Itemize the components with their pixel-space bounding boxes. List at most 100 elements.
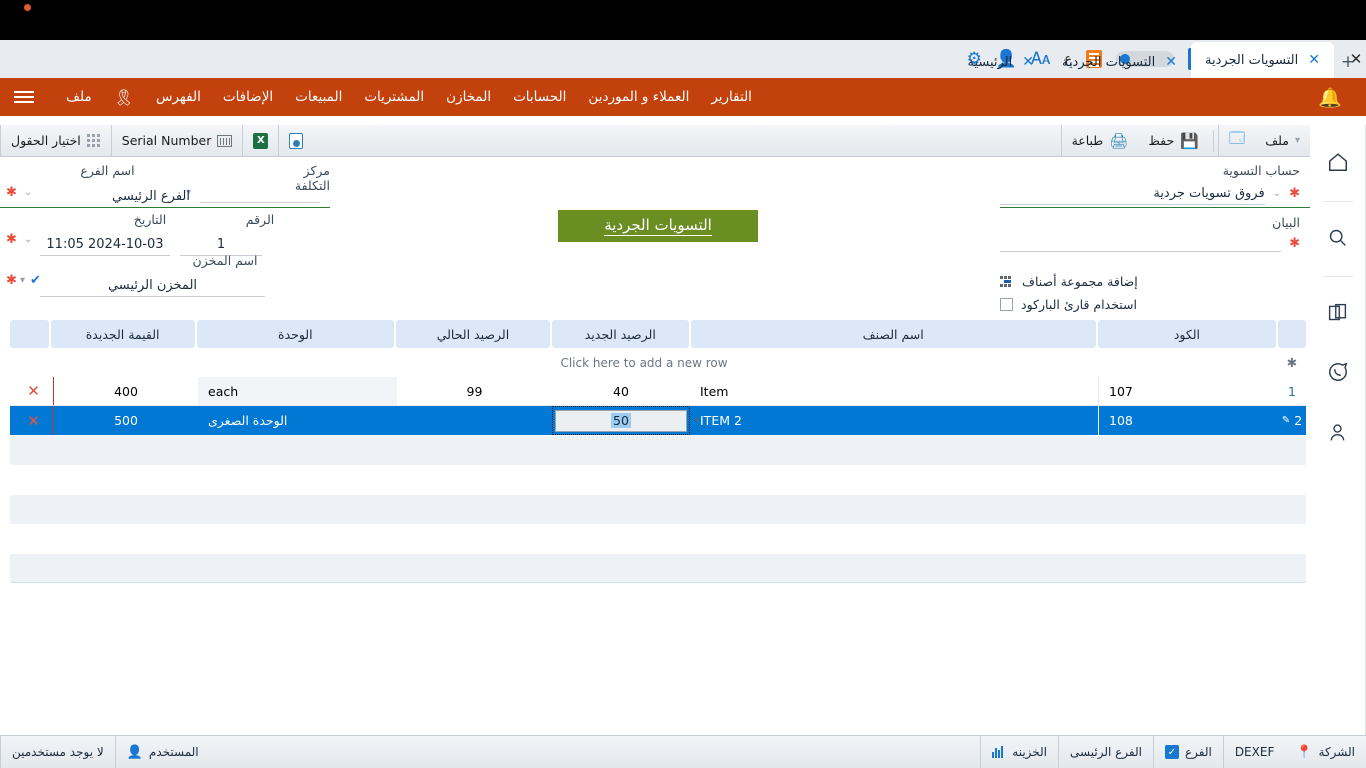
row-code[interactable]: 107 — [1098, 377, 1278, 405]
nav-item-addons[interactable]: الإضافات — [223, 89, 273, 105]
status-company[interactable]: الشركة 📍 — [1285, 736, 1366, 768]
edit-pencil-icon: ✎ — [1282, 415, 1290, 426]
grid-header-current-balance[interactable]: الرصيد الحالي — [396, 320, 550, 348]
new-tab-button[interactable]: + — [1334, 46, 1362, 78]
rail-divider — [1323, 201, 1353, 202]
row-new-balance[interactable]: 40 — [552, 377, 690, 405]
choose-fields-label: اختيار الحقول — [11, 133, 81, 148]
serial-number-label: Serial Number — [122, 133, 212, 148]
nav-item-customers-suppliers[interactable]: العملاء و الموردين — [588, 89, 689, 105]
excel-export-button[interactable]: X — [242, 125, 278, 156]
date-value: 2024-10-03 11:05 — [46, 237, 163, 252]
grid-gap — [10, 465, 1306, 494]
status-treasury[interactable]: الخزينه — [980, 736, 1058, 768]
add-item-group-button[interactable]: إضافة مجموعة أصناف — [1000, 274, 1300, 289]
chevron-down-icon[interactable]: ⌄ — [24, 187, 32, 198]
new-row-marker: ✱ — [1278, 348, 1306, 377]
row-item-name[interactable]: Item — [690, 377, 1098, 405]
save-button[interactable]: 💾 حفظ — [1138, 125, 1209, 156]
warehouse-value-wrap[interactable]: المخزن الرئيسي — [40, 274, 265, 297]
date-value-wrap[interactable]: 2024-10-03 11:05 — [40, 233, 170, 256]
tab-close-icon[interactable]: ✕ — [1022, 54, 1034, 70]
home-icon[interactable] — [1318, 141, 1358, 183]
row-new-balance-editor[interactable]: 50 ▾ — [552, 406, 690, 435]
hamburger-menu-icon[interactable] — [14, 91, 34, 103]
nav-item-index[interactable]: الفهرس — [156, 89, 201, 105]
tab-inventory-adjustments[interactable]: ✕ التسويات الجردية — [1048, 46, 1191, 78]
grid-add-new-row[interactable]: ✱ Click here to add a new row — [10, 348, 1306, 377]
chevron-down-icon[interactable]: ▾ — [694, 416, 699, 426]
row-new-value[interactable]: 500 — [53, 406, 198, 435]
row-index: 2 — [1294, 413, 1302, 428]
new-balance-input[interactable]: 50 ▾ — [555, 410, 687, 432]
barcode-reader-toggle[interactable]: استخدام قارئ الباركود — [1000, 297, 1300, 312]
grid-header-code[interactable]: الكود — [1098, 320, 1277, 348]
status-user-value: لا يوجد مستخدمين — [0, 736, 115, 768]
table-row[interactable]: 2 ✎ 108 ITEM 2 50 ▾ الوحدة الصغرى 500 ✕ — [10, 406, 1306, 435]
status-branch[interactable]: الفرع ✓ — [1153, 736, 1223, 768]
row-unit[interactable]: الوحدة الصغرى — [198, 406, 397, 435]
add-item-group-label: إضافة مجموعة أصناف — [1022, 274, 1138, 289]
nav-item-file[interactable]: ملف — [66, 89, 92, 105]
nav-item-warehouses[interactable]: المخازن — [446, 89, 491, 105]
nav-item-purchases[interactable]: المشتريات — [364, 89, 424, 105]
row-code[interactable]: 108 — [1098, 406, 1278, 435]
notifications-bell-icon[interactable]: 🔔 — [1318, 86, 1342, 109]
row-index-wrap: 2 ✎ — [1278, 406, 1306, 435]
person-icon[interactable] — [1318, 411, 1358, 453]
settlement-account-value[interactable]: فروق تسويات جردية — [1153, 186, 1264, 201]
warehouse-name-value: المخزن الرئيسي — [108, 278, 197, 293]
navbar-menu: التقارير العملاء و الموردين الحسابات الم… — [0, 88, 752, 107]
tab-inventory-adjustments-active[interactable]: ✕ التسويات الجردية — [1191, 42, 1334, 78]
tab-close-icon[interactable]: ✕ — [1165, 54, 1177, 70]
status-user[interactable]: المستخدم 👤 — [115, 736, 210, 768]
required-asterisk: ✱ — [6, 185, 17, 200]
chevron-down-icon[interactable]: ⌄ — [24, 234, 32, 245]
chevron-down-icon[interactable]: ▾ — [20, 275, 25, 286]
row-delete-icon[interactable]: ✕ — [14, 406, 53, 435]
warehouse-name-label: اسم المخزن — [180, 253, 270, 268]
required-asterisk: ✱ — [6, 273, 17, 288]
tab-close-icon[interactable]: ✕ — [1308, 52, 1320, 68]
tab-label: التسويات الجردية — [1205, 53, 1298, 68]
grid-header-item-name[interactable]: اسم الصنف — [691, 320, 1096, 348]
whatsapp-icon[interactable] — [1318, 351, 1358, 393]
grid-icon — [87, 134, 101, 148]
save-label: حفظ — [1148, 133, 1174, 148]
row-delete-icon[interactable]: ✕ — [14, 377, 53, 405]
grid-header-unit[interactable]: الوحدة — [197, 320, 394, 348]
grid-header-new-balance[interactable]: الرصيد الجديد — [552, 320, 689, 348]
branch-name-value-wrap[interactable]: الفرع الرئيسي — [40, 185, 262, 208]
documents-icon[interactable] — [1318, 291, 1358, 333]
chevron-down-icon[interactable]: ⌄ — [1273, 188, 1281, 199]
row-index: 1 — [1278, 377, 1306, 405]
window-icon: 🗔 — [1229, 128, 1245, 153]
required-asterisk: ✱ — [1289, 186, 1300, 201]
page-title: التسويات الجردية — [558, 210, 758, 242]
statement-input[interactable] — [1000, 234, 1281, 252]
number-label-wrap: الرقم — [230, 212, 290, 227]
row-unit[interactable]: each — [198, 377, 397, 405]
nav-item-sales[interactable]: المبيعات — [295, 89, 342, 105]
choose-fields-button[interactable]: اختيار الحقول — [0, 125, 111, 156]
table-row[interactable]: 1 107 Item 40 99 each 400 ✕ — [10, 377, 1306, 406]
nav-item-accounts[interactable]: الحسابات — [513, 89, 566, 105]
serial-number-button[interactable]: Serial Number — [111, 125, 243, 156]
window-layout-button[interactable]: 🗔 — [1218, 125, 1255, 156]
import-document-button[interactable] — [278, 125, 313, 156]
row-new-value[interactable]: 400 — [53, 377, 198, 405]
file-menu-button[interactable]: ▾ ملف — [1255, 125, 1310, 156]
tab-home[interactable]: ✕ الرئيسية — [953, 46, 1048, 78]
row-item-name[interactable]: ITEM 2 — [690, 406, 1098, 435]
rail-divider — [1323, 276, 1353, 277]
print-button[interactable]: 🖨 طباعة — [1061, 125, 1139, 156]
barcode-reader-checkbox[interactable] — [1000, 298, 1013, 311]
green-divider-right — [1000, 207, 1310, 208]
search-icon[interactable] — [1318, 216, 1358, 258]
app-toolbar: ▾ ملف 🗔 💾 حفظ 🖨 طباعة X Serial Number — [0, 125, 1310, 157]
nav-item-reports[interactable]: التقارير — [711, 89, 752, 105]
grid-header-new-value[interactable]: القيمة الجديدة — [51, 320, 195, 348]
right-icon-rail — [1310, 125, 1366, 735]
excel-export-icon: X — [253, 133, 268, 149]
status-bar: الشركة 📍 DEXEF الفرع ✓ الفرع الرئيسى الخ… — [0, 735, 1366, 768]
